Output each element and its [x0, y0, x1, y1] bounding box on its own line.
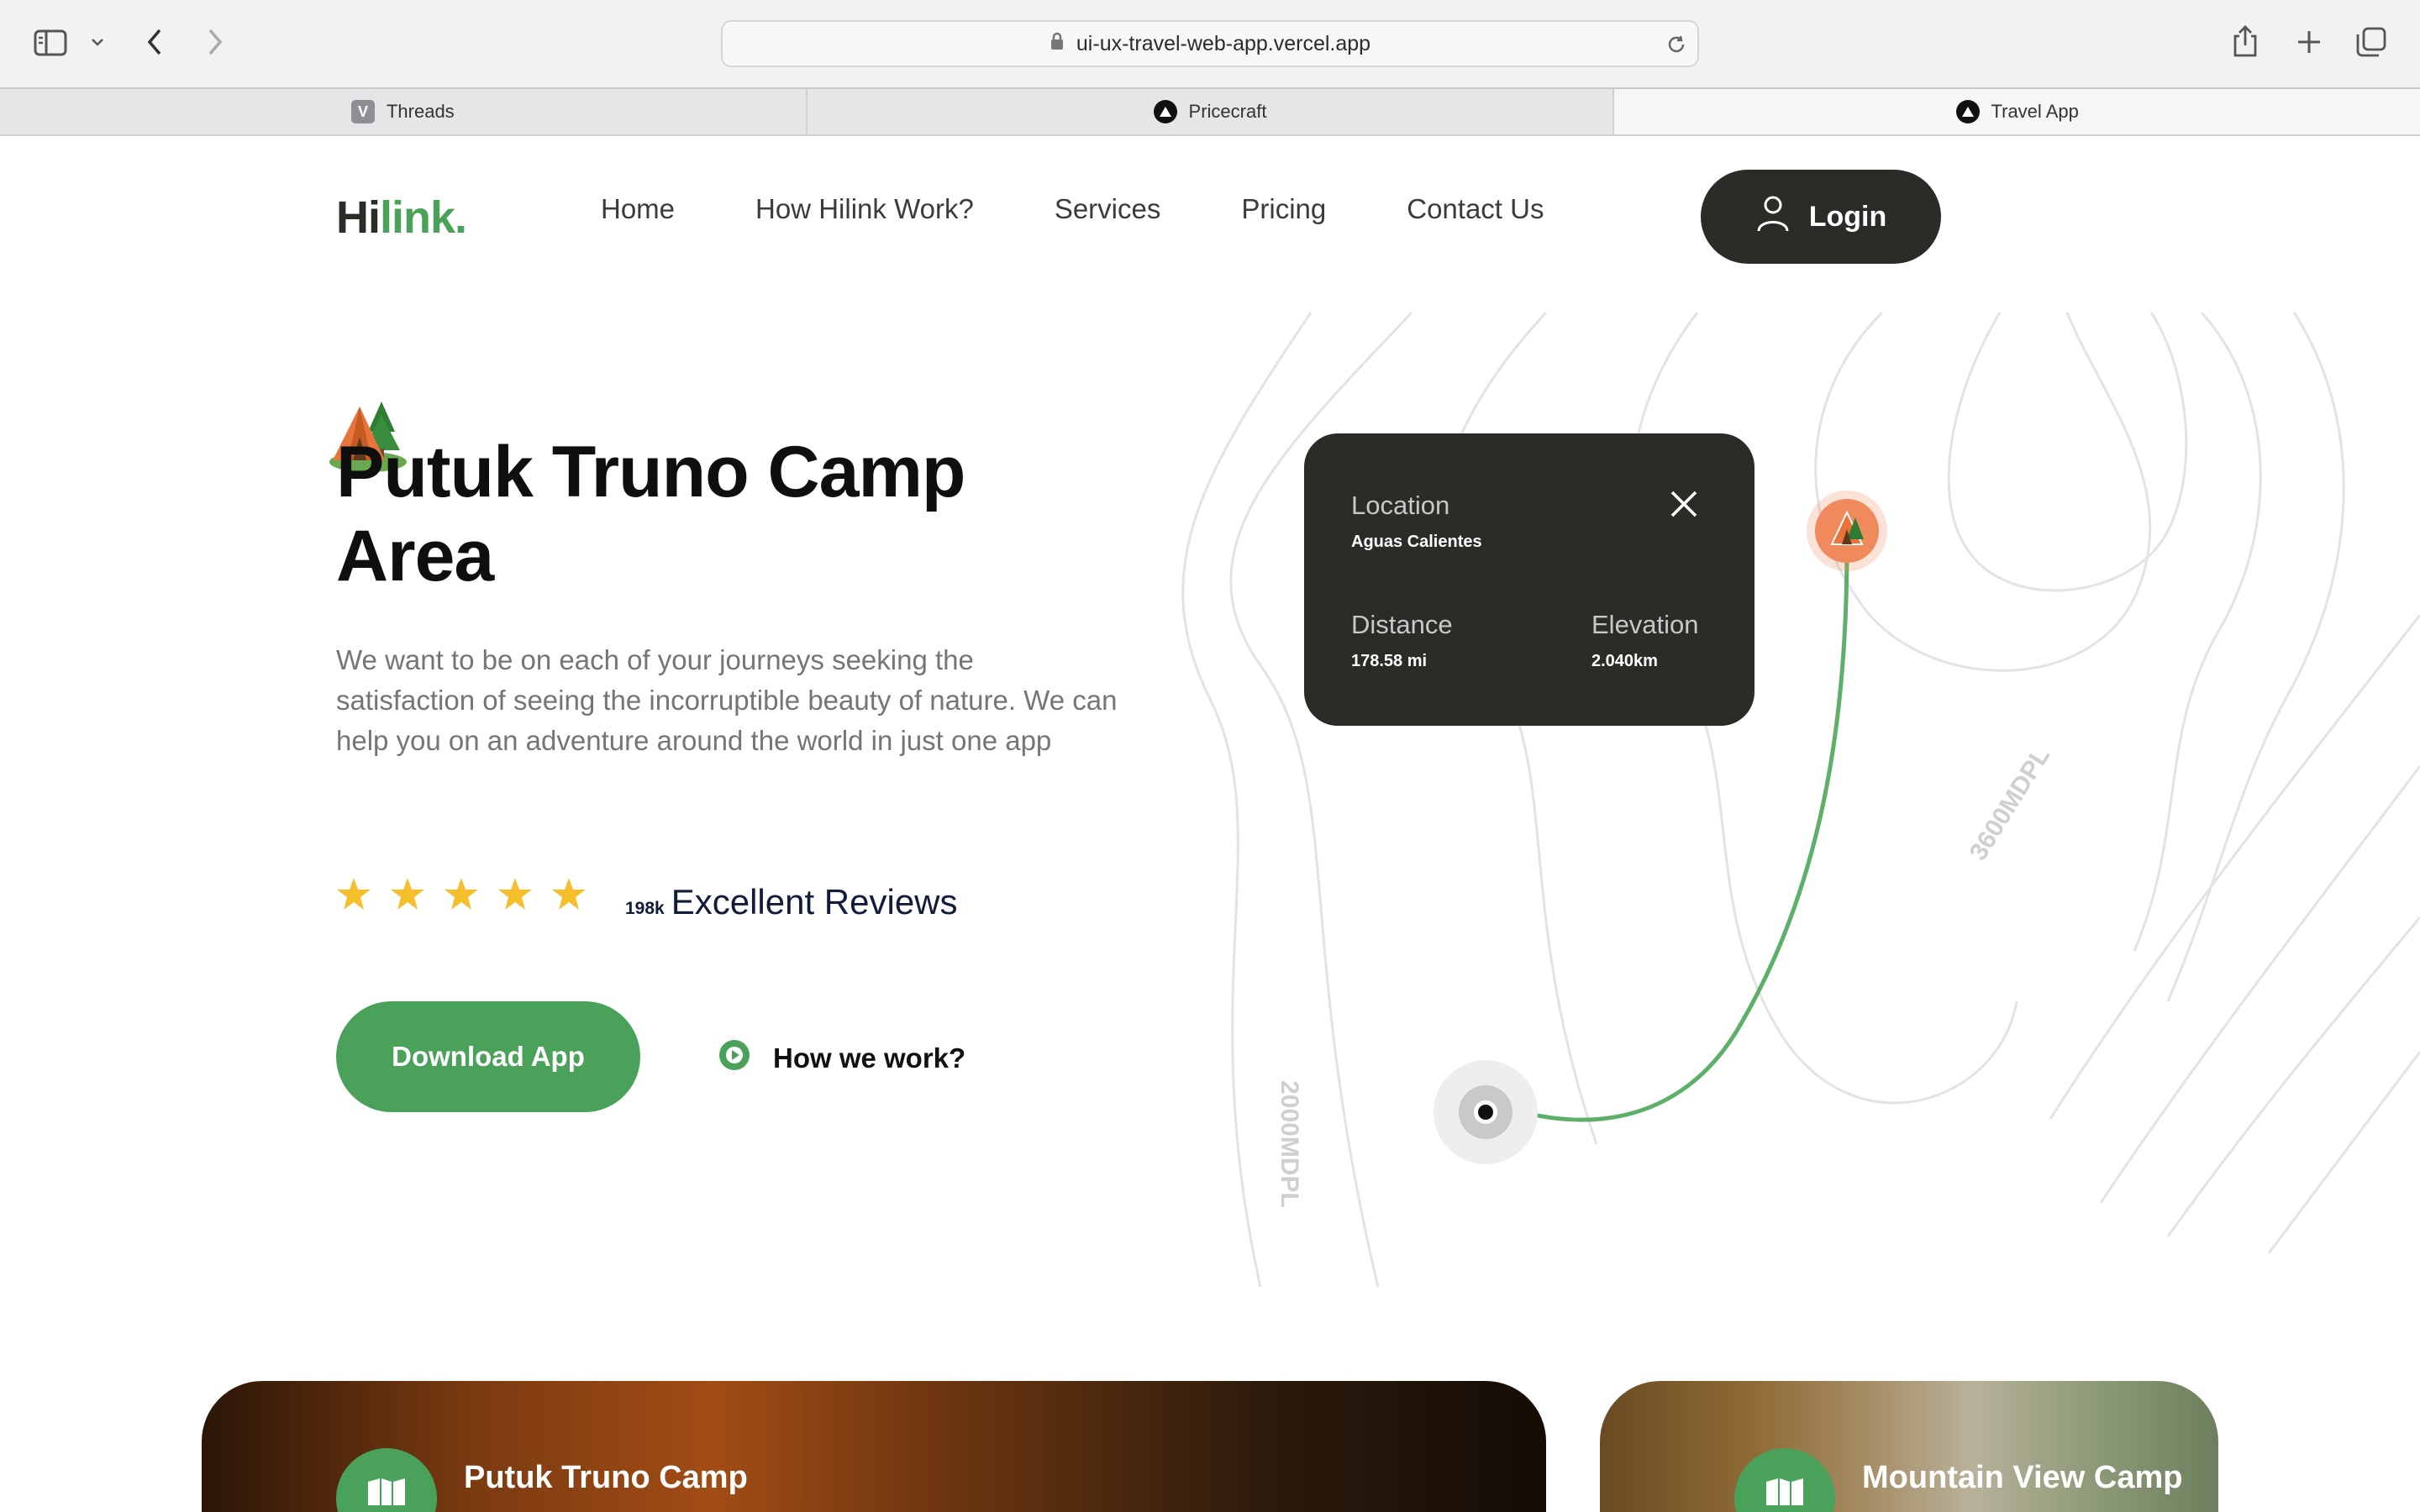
elevation-label: Elevation — [1591, 610, 1699, 639]
threads-favicon-icon: V — [350, 100, 375, 123]
sidebar-toggle-icon[interactable] — [32, 27, 69, 59]
camp-card[interactable]: Putuk Truno Camp — [202, 1381, 1546, 1512]
location-value: Aguas Calientes — [1351, 533, 1482, 551]
elevation-value: 2.040km — [1591, 652, 1658, 670]
tab-label: Travel App — [1991, 101, 2079, 122]
share-icon[interactable] — [2228, 22, 2262, 60]
download-app-button[interactable]: Download App — [336, 1001, 640, 1112]
tab-label: Pricecraft — [1188, 101, 1267, 122]
nav-how-hilink-work[interactable]: How Hilink Work? — [755, 193, 974, 225]
star-icon — [498, 878, 532, 910]
contour-label-3600: 3600MDPL — [1965, 743, 2055, 865]
map-icon — [1734, 1448, 1835, 1512]
how-we-work-label: How we work? — [773, 1042, 966, 1074]
new-tab-icon[interactable] — [2292, 25, 2326, 59]
contour-label-2000: 2000MDPL — [1276, 1080, 1303, 1208]
star-icon — [552, 878, 586, 910]
destination-pin-icon[interactable] — [1807, 489, 1891, 585]
back-icon[interactable] — [139, 25, 170, 59]
map-icon — [336, 1448, 437, 1512]
tab-overview-icon[interactable] — [2354, 25, 2388, 59]
address-bar[interactable]: ui-ux-travel-web-app.vercel.app — [721, 20, 1699, 67]
reload-icon[interactable] — [1664, 32, 1689, 57]
tab-travel-app[interactable]: Travel App — [1614, 89, 2420, 134]
distance-label: Distance — [1351, 610, 1453, 639]
logo-part2: link. — [380, 192, 467, 243]
lock-icon — [1050, 31, 1065, 57]
rating-stars — [336, 877, 587, 911]
nav-home[interactable]: Home — [601, 193, 675, 225]
tab-bar: V Threads Pricecraft Travel App — [0, 87, 2420, 136]
distance-value: 178.58 mi — [1351, 652, 1428, 670]
login-label: Login — [1808, 200, 1887, 233]
logo-part1: Hi — [336, 192, 381, 243]
location-info-card: Location Aguas Calientes Distance 178.58… — [1304, 433, 1754, 726]
tab-threads[interactable]: V Threads — [0, 89, 808, 134]
tab-label: Threads — [386, 101, 455, 122]
triangle-favicon-icon — [1153, 100, 1177, 123]
start-point-icon — [1434, 1060, 1538, 1168]
location-label: Location — [1351, 491, 1450, 520]
login-button[interactable]: Login — [1701, 170, 1941, 264]
play-icon — [718, 1038, 751, 1079]
hilink-logo[interactable]: Hilink. — [336, 192, 467, 244]
reviews-count: 198k — [625, 899, 665, 918]
forward-icon[interactable] — [200, 25, 230, 59]
nav-contact-us[interactable]: Contact Us — [1407, 193, 1544, 225]
user-icon — [1755, 194, 1791, 240]
url-text: ui-ux-travel-web-app.vercel.app — [1076, 31, 1371, 55]
triangle-favicon-icon — [1955, 100, 1980, 123]
chevron-down-icon[interactable] — [87, 32, 108, 52]
star-icon — [391, 878, 424, 910]
nav-pricing[interactable]: Pricing — [1241, 193, 1326, 225]
browser-toolbar: ui-ux-travel-web-app.vercel.app — [0, 0, 2420, 87]
tab-pricecraft[interactable]: Pricecraft — [808, 89, 1615, 134]
card-title: Putuk Truno Camp — [464, 1460, 748, 1495]
close-icon[interactable] — [1667, 487, 1701, 521]
reviews-label: Excellent Reviews — [671, 882, 958, 921]
hero-description: We want to be on each of your journeys s… — [336, 644, 1118, 756]
nav-services[interactable]: Services — [1055, 193, 1161, 225]
card-title: Mountain View Camp — [1862, 1460, 2183, 1495]
camp-card[interactable]: Mountain View Camp — [1600, 1381, 2218, 1512]
reviews-summary: 198k Excellent Reviews — [625, 882, 958, 922]
web-page: 2000MDPL 3600MDPL Hilink. Home How Hilin… — [0, 136, 2420, 1512]
star-icon — [337, 878, 371, 910]
how-we-work-link[interactable]: How we work? — [718, 1038, 965, 1079]
main-nav: Home How Hilink Work? Services Pricing C… — [601, 193, 1544, 225]
hero-title: Putuk Truno Camp Area — [336, 432, 965, 596]
star-icon — [445, 878, 478, 910]
